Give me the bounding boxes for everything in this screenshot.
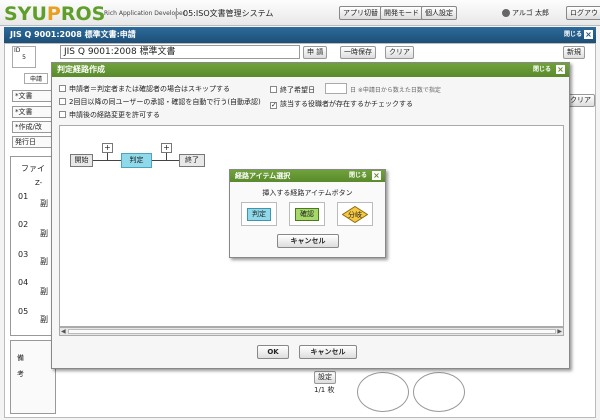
insert-plus-button-1[interactable]: + bbox=[102, 143, 113, 153]
file-header: Z- bbox=[35, 179, 43, 187]
route-dialog-close-label[interactable]: 閉じる bbox=[533, 63, 551, 77]
temp-save-button[interactable]: 一時保存 bbox=[340, 46, 376, 59]
side-item-created[interactable]: *作成/改 bbox=[12, 121, 52, 133]
id-value: 5 bbox=[22, 54, 26, 61]
right-clear-button[interactable]: クリア bbox=[566, 94, 595, 107]
route-dialog-title: 判定経路作成 bbox=[57, 65, 105, 74]
file-label: ファイ bbox=[21, 164, 45, 173]
clear-button[interactable]: クリア bbox=[385, 46, 414, 59]
close-icon[interactable]: × bbox=[584, 30, 593, 39]
row-text-05: 副 bbox=[40, 315, 48, 324]
due-days-input[interactable] bbox=[325, 83, 347, 94]
system-name: 05:ISO文書管理システム bbox=[176, 8, 273, 19]
ok-button[interactable]: OK bbox=[257, 345, 289, 359]
option-check-role[interactable]: ✓ 該当する役職者が存在するかチェックする bbox=[270, 99, 413, 109]
row-number-02: 02 bbox=[18, 220, 29, 229]
user-icon bbox=[502, 9, 510, 17]
side-item-doc-1[interactable]: *文書 bbox=[12, 90, 52, 102]
item-select-dialog: 経路アイテム選択 閉じる × 挿入する経路アイテムボタン 判定 確認 分岐 キャ… bbox=[229, 169, 386, 258]
close-icon[interactable]: × bbox=[372, 171, 381, 180]
item-judge-button[interactable]: 判定 bbox=[247, 208, 271, 221]
new-button[interactable]: 新規 bbox=[563, 46, 585, 59]
row-text-02: 副 bbox=[40, 229, 48, 238]
logout-button[interactable]: ログアウ bbox=[566, 6, 600, 20]
personal-settings-button[interactable]: 個人設定 bbox=[421, 6, 457, 20]
document-title: JIS Q 9001:2008 標準文書 bbox=[60, 45, 300, 59]
option-allow-change[interactable]: 申請後の経路変更を許可する bbox=[59, 110, 160, 120]
pager: 1/1 枚 bbox=[314, 386, 335, 394]
user-info: アルゴ 太郎 bbox=[502, 8, 549, 18]
id-label: ID bbox=[14, 47, 21, 54]
item-cancel-button[interactable]: キャンセル bbox=[277, 234, 339, 248]
route-dialog-titlebar: 判定経路作成 閉じる × bbox=[52, 63, 569, 77]
side-item-issue-date[interactable]: 発行日 bbox=[12, 136, 52, 148]
checkbox-checked-icon[interactable]: ✓ bbox=[270, 102, 277, 109]
horizontal-scrollbar[interactable]: ◀ ▶ bbox=[59, 327, 564, 336]
cancel-button[interactable]: キャンセル bbox=[299, 345, 357, 359]
item-dialog-prompt: 挿入する経路アイテムボタン bbox=[262, 189, 353, 197]
option-label: 該当する役職者が存在するかチェックする bbox=[280, 100, 413, 108]
scroll-thumb[interactable] bbox=[68, 329, 556, 334]
stamp-circle-2 bbox=[413, 372, 465, 412]
option-skip-judge[interactable]: 申請者＝判定者または確認者の場合はスキップする bbox=[59, 84, 230, 94]
notes-area: 備 考 bbox=[10, 340, 56, 414]
side-item-doc-2[interactable]: *文書 bbox=[12, 106, 52, 118]
row-number-05: 05 bbox=[18, 307, 29, 316]
user-name: アルゴ 太郎 bbox=[512, 9, 550, 17]
app-subtitle: Rich Application Developer bbox=[104, 10, 186, 17]
item-tile-confirm[interactable]: 確認 bbox=[289, 202, 325, 226]
flow-line bbox=[93, 160, 121, 161]
scroll-left-icon[interactable]: ◀ bbox=[61, 328, 66, 335]
checkbox-icon[interactable] bbox=[59, 98, 66, 105]
row-number-04: 04 bbox=[18, 278, 29, 287]
flow-node-end[interactable]: 終了 bbox=[179, 154, 205, 167]
close-icon[interactable]: × bbox=[556, 65, 565, 74]
apply-tab[interactable]: 申請 bbox=[24, 73, 48, 84]
item-dialog-close-label[interactable]: 閉じる bbox=[349, 170, 367, 182]
option-label: 申請後の経路変更を許可する bbox=[69, 111, 160, 119]
window-title: JIS Q 9001:2008 標準文書:申請 bbox=[10, 30, 136, 39]
notes-label-1: 備 bbox=[17, 354, 24, 362]
row-text-03: 副 bbox=[40, 257, 48, 266]
app-logo: SYUPROS bbox=[4, 3, 106, 25]
app-switch-button[interactable]: アプリ切替 bbox=[339, 6, 382, 20]
item-dialog-titlebar: 経路アイテム選択 閉じる × bbox=[230, 170, 385, 182]
top-bar: SYUPROS Rich Application Developer 05:IS… bbox=[0, 0, 600, 26]
option-label: 2回目以降の同ユーザーの承認・確認を自動で行う(自動承認) bbox=[69, 98, 261, 106]
apply-button[interactable]: 申 請 bbox=[303, 46, 328, 59]
item-tile-branch[interactable]: 分岐 bbox=[337, 202, 373, 226]
row-number-01: 01 bbox=[18, 192, 29, 201]
flow-line bbox=[166, 152, 167, 160]
scroll-right-icon[interactable]: ▶ bbox=[557, 328, 562, 335]
checkbox-icon[interactable] bbox=[270, 86, 277, 93]
dev-mode-button[interactable]: 開発モード bbox=[380, 6, 423, 20]
row-text-04: 副 bbox=[40, 287, 48, 296]
stamp-circle-1 bbox=[357, 372, 409, 412]
option-auto-approve[interactable]: 2回目以降の同ユーザーの承認・確認を自動で行う(自動承認) bbox=[59, 97, 261, 107]
window-titlebar: JIS Q 9001:2008 標準文書:申請 閉じる × bbox=[4, 27, 596, 43]
item-confirm-button[interactable]: 確認 bbox=[295, 208, 319, 221]
flow-line bbox=[107, 152, 108, 160]
due-date-label: 終了希望日 bbox=[280, 86, 315, 94]
window-close-label[interactable]: 閉じる bbox=[564, 27, 582, 43]
row-number-03: 03 bbox=[18, 250, 29, 259]
settings-button[interactable]: 設定 bbox=[314, 371, 336, 384]
item-dialog-title: 経路アイテム選択 bbox=[235, 172, 291, 180]
option-label: 申請者＝判定者または確認者の場合はスキップする bbox=[69, 85, 230, 93]
item-branch-label: 分岐 bbox=[348, 211, 362, 219]
flow-line bbox=[152, 160, 179, 161]
id-box: ID 5 bbox=[12, 46, 36, 68]
due-hint: 日 ※申請日から数えた日数で指定 bbox=[350, 87, 441, 94]
due-date-option[interactable]: 終了希望日 bbox=[270, 85, 315, 95]
flow-node-start[interactable]: 開始 bbox=[70, 154, 93, 167]
row-text-01: 副 bbox=[40, 199, 48, 208]
notes-label-2: 考 bbox=[17, 370, 24, 378]
item-tile-judge[interactable]: 判定 bbox=[241, 202, 277, 226]
flow-node-judge[interactable]: 判定 bbox=[121, 153, 152, 168]
checkbox-icon[interactable] bbox=[59, 111, 66, 118]
checkbox-icon[interactable] bbox=[59, 85, 66, 92]
insert-plus-button-2[interactable]: + bbox=[161, 143, 172, 153]
